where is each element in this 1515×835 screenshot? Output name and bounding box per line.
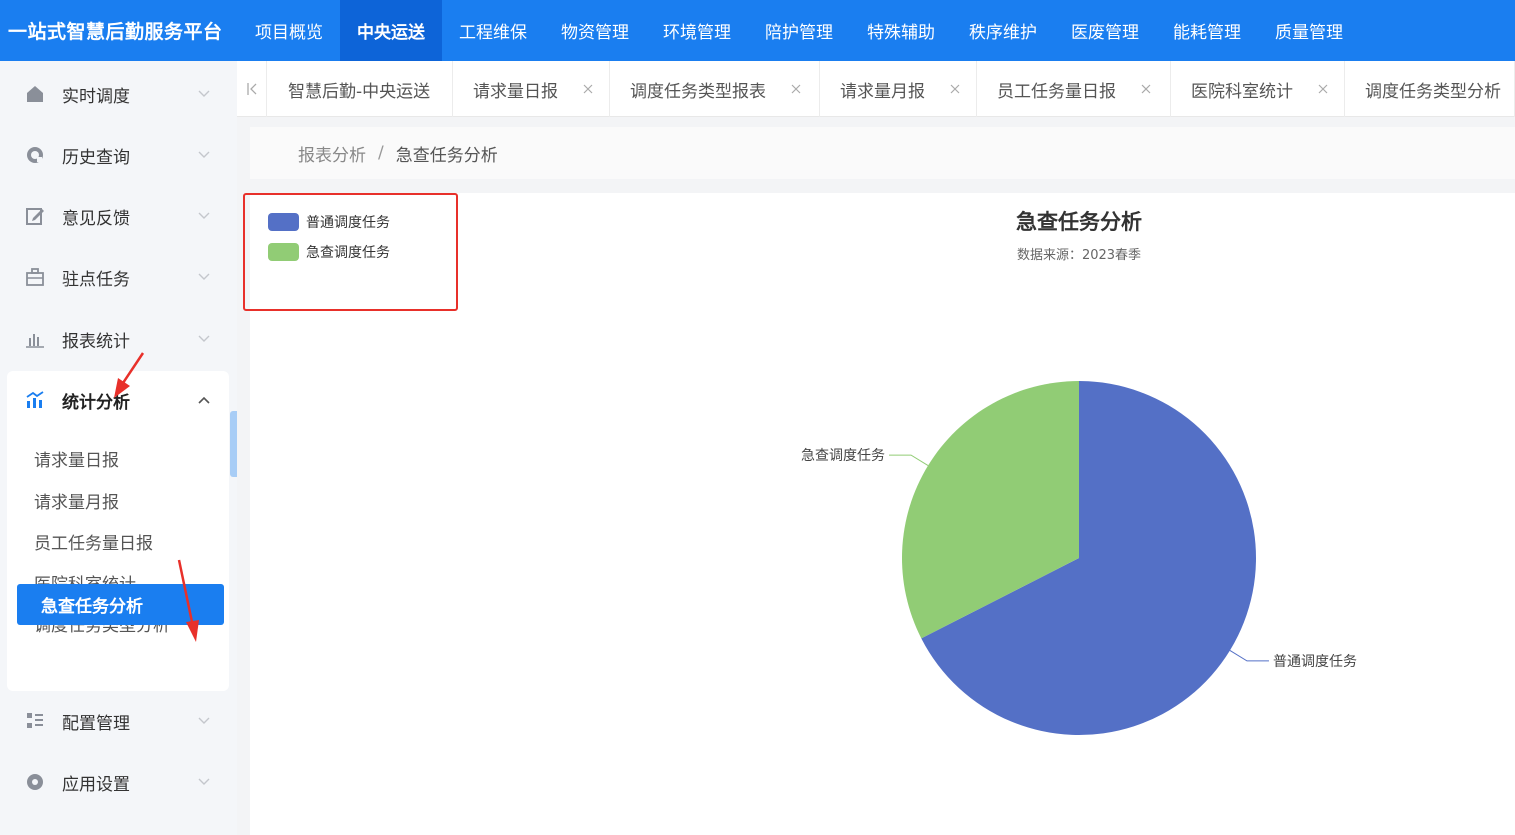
- annotation-arrows: [114, 352, 199, 642]
- annotation-arrow: [177, 559, 199, 642]
- annotation-arrow: [114, 352, 145, 398]
